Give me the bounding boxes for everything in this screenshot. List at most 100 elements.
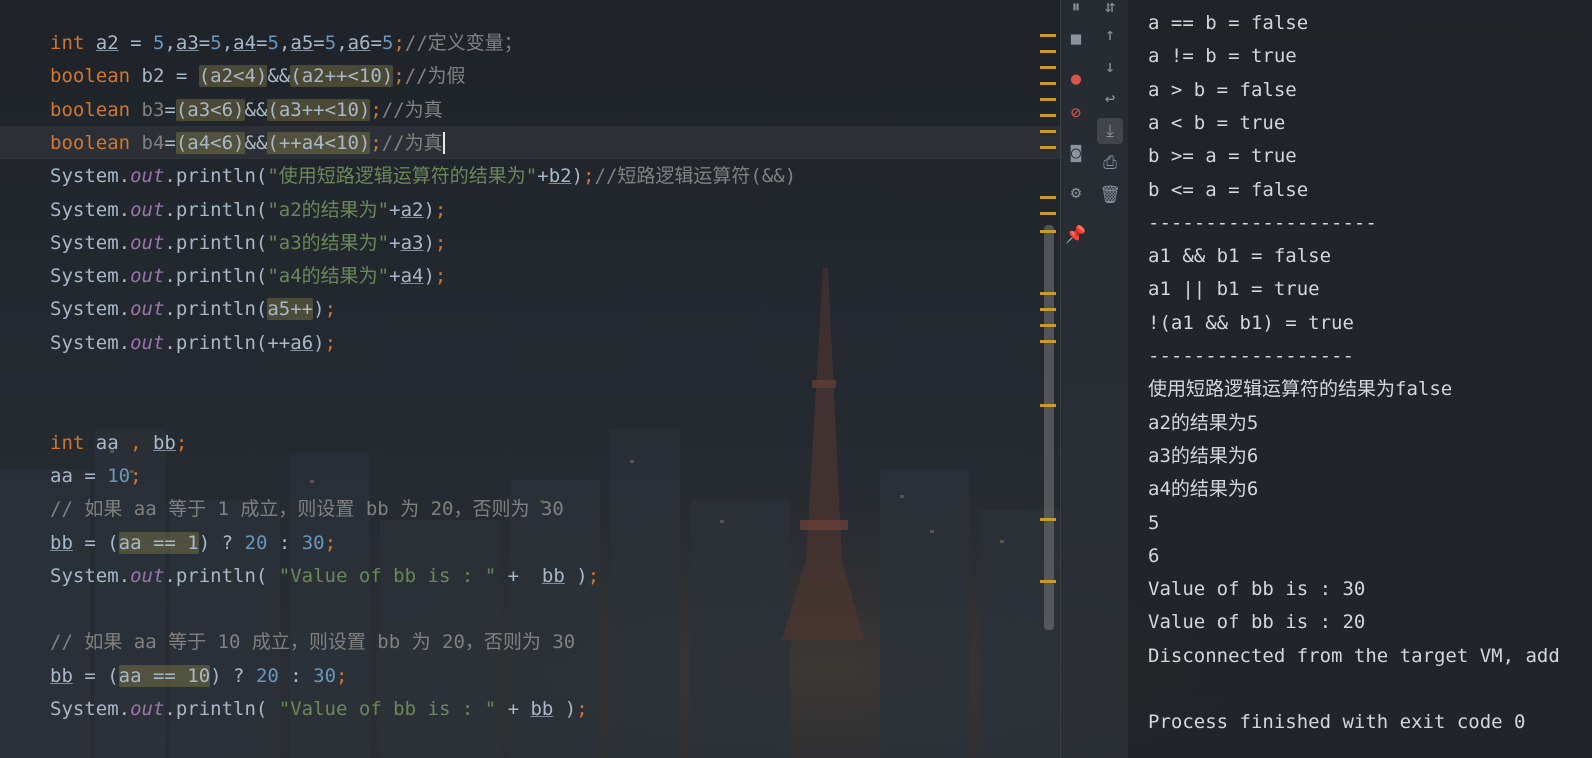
code-token: = — [164, 98, 176, 121]
console-output-line: Process finished with exit code 0 — [1148, 711, 1526, 734]
error-stripe-marker[interactable] — [1040, 98, 1056, 101]
error-stripe-marker[interactable] — [1040, 580, 1056, 583]
run-tool-window-toolbar: ⏸ ⇵ ■ ↑ ● ↓ ↩ ⊘ ⤓ ◙ ⎙ ⚙ 🗑 📌 — [1060, 0, 1129, 758]
error-stripe-marker[interactable] — [1040, 292, 1056, 295]
error-stripe-marker[interactable] — [1040, 212, 1056, 215]
code-line[interactable]: int a2 = 5,a3=5,a4=5,a5=5,a6=5;//定义变量； — [50, 28, 523, 58]
code-token: && — [267, 65, 291, 88]
code-token: //为真 — [381, 131, 443, 154]
code-token: System. — [50, 298, 131, 321]
console-output-line: a3的结果为6 — [1148, 444, 1259, 467]
error-stripe-marker[interactable] — [1040, 230, 1056, 233]
code-line[interactable]: System.out.println( "Value of bb is : " … — [50, 694, 588, 724]
console-output-line: a4的结果为6 — [1148, 478, 1259, 501]
error-stripe-marker[interactable] — [1040, 66, 1056, 69]
code-line[interactable]: System.out.println( "Value of bb is : " … — [50, 561, 599, 591]
code-token: "a4的结果为" — [267, 265, 390, 288]
code-line[interactable]: System.out.println("a3的结果为"+a3); — [50, 228, 446, 258]
code-token: out — [130, 165, 165, 188]
code-token: //为真 — [381, 98, 443, 121]
code-token: System. — [50, 698, 131, 720]
code-token: + — [389, 265, 401, 288]
pause-icon[interactable]: ⏸ — [1063, 0, 1089, 20]
code-token: ) — [313, 331, 325, 354]
error-stripe-marker[interactable] — [1040, 34, 1056, 37]
code-token: , — [221, 32, 234, 54]
error-stripe-marker[interactable] — [1040, 130, 1056, 133]
code-line[interactable]: // 如果 aa 等于 1 成立，则设置 bb 为 20，否则为 30 — [50, 494, 564, 524]
code-token: ) — [313, 298, 325, 321]
code-line[interactable]: aa = 10; — [50, 461, 142, 491]
code-line[interactable]: boolean b4=(a4<6)&&(++a4<10);//为真 — [50, 128, 445, 158]
code-token: ; — [336, 664, 348, 687]
code-token: + — [537, 165, 549, 188]
scroll-to-end-icon[interactable]: ⤓ — [1097, 118, 1123, 144]
editor-scrollbar[interactable] — [1044, 225, 1054, 630]
code-token: (++a4<10) — [267, 131, 371, 154]
code-token: a2 — [95, 32, 119, 54]
sort-icon[interactable]: ⇵ — [1097, 0, 1123, 20]
code-token: .println(++ — [164, 331, 291, 354]
run-console-output[interactable]: a == b = false a != b = true a > b = false… — [1128, 0, 1592, 758]
console-output-line: 5 — [1148, 511, 1160, 534]
code-line[interactable]: // 如果 aa 等于 10 成立，则设置 bb 为 20，否则为 30 — [50, 627, 575, 657]
code-token: + — [389, 231, 401, 254]
code-token: .println( — [164, 231, 268, 254]
console-output-line: a == b = false — [1148, 12, 1309, 34]
pin-icon[interactable]: 📌 — [1063, 222, 1089, 248]
error-stripe-marker[interactable] — [1040, 82, 1056, 85]
up-arrow-icon[interactable]: ↑ — [1097, 22, 1123, 48]
error-stripe-marker[interactable] — [1040, 196, 1056, 199]
code-token: = — [118, 32, 153, 54]
trash-icon[interactable]: 🗑 — [1097, 182, 1123, 208]
code-token: (a2<4) — [198, 65, 268, 88]
code-line[interactable]: bb = (aa == 10) ? 20 : 30; — [50, 661, 348, 691]
code-token: + — [496, 698, 531, 720]
code-token: bb — [152, 431, 176, 454]
code-token: out — [130, 564, 165, 587]
print-icon[interactable]: ⎙ — [1097, 150, 1123, 176]
code-token: out — [130, 331, 165, 354]
code-token: + — [389, 198, 401, 221]
code-token: ; — [324, 298, 337, 321]
error-stripe-marker[interactable] — [1040, 146, 1056, 149]
code-line[interactable]: System.out.println(++a6); — [50, 328, 336, 358]
camera-icon[interactable]: ◙ — [1063, 140, 1089, 166]
code-token: .println( — [164, 265, 268, 288]
code-line[interactable]: System.out.println(a5++); — [50, 294, 336, 324]
settings-icon[interactable]: ⚙ — [1063, 180, 1089, 206]
code-line[interactable]: System.out.println("a2的结果为"+a2); — [50, 195, 446, 225]
code-editor[interactable]: int a2 = 5,a3=5,a4=5,a5=5,a6=5;//定义变量； bo… — [0, 0, 1060, 758]
code-line[interactable]: System.out.println("使用短路逻辑运算符的结果为"+b2);/… — [50, 161, 796, 191]
mute-breakpoints-icon[interactable]: ⊘ — [1063, 100, 1089, 126]
console-output-line: a != b = true — [1148, 45, 1297, 68]
error-stripe-marker[interactable] — [1040, 50, 1056, 53]
down-arrow-icon[interactable]: ↓ — [1097, 54, 1123, 80]
error-stripe-marker[interactable] — [1040, 324, 1056, 327]
code-line[interactable]: int aa , bb; — [50, 428, 187, 458]
code-token: aa — [95, 431, 131, 454]
error-stripe-marker[interactable] — [1040, 340, 1056, 343]
error-stripe-marker[interactable] — [1040, 404, 1056, 407]
code-line[interactable]: boolean b2 = (a2<4)&&(a2++<10);//为假 — [50, 61, 466, 91]
text-cursor — [442, 132, 445, 155]
soft-wrap-icon[interactable]: ↩ — [1097, 86, 1123, 112]
console-output-line: !(a1 && b1) = true — [1148, 311, 1354, 334]
view-breakpoints-icon[interactable]: ● — [1063, 66, 1089, 92]
stop-icon[interactable]: ■ — [1063, 26, 1089, 52]
code-token: "使用短路逻辑运算符的结果为" — [267, 165, 538, 188]
code-token: boolean — [50, 65, 142, 88]
code-token: out — [130, 231, 165, 254]
code-line[interactable]: System.out.println("a4的结果为"+a4); — [50, 261, 446, 291]
code-token: ; — [587, 564, 600, 587]
error-stripe-marker[interactable] — [1040, 114, 1056, 117]
code-token: ) — [553, 698, 577, 720]
code-token: ; — [434, 231, 447, 254]
code-token: 5 — [210, 32, 222, 54]
code-line[interactable]: boolean b3=(a3<6)&&(a3++<10);//为真 — [50, 95, 443, 125]
error-stripe-marker[interactable] — [1040, 518, 1056, 521]
code-token: (a2++<10) — [290, 65, 394, 88]
code-line[interactable]: bb = (aa == 1) ? 20 : 30; — [50, 528, 336, 558]
code-token: b2 — [548, 165, 572, 188]
error-stripe-marker[interactable] — [1040, 308, 1056, 311]
